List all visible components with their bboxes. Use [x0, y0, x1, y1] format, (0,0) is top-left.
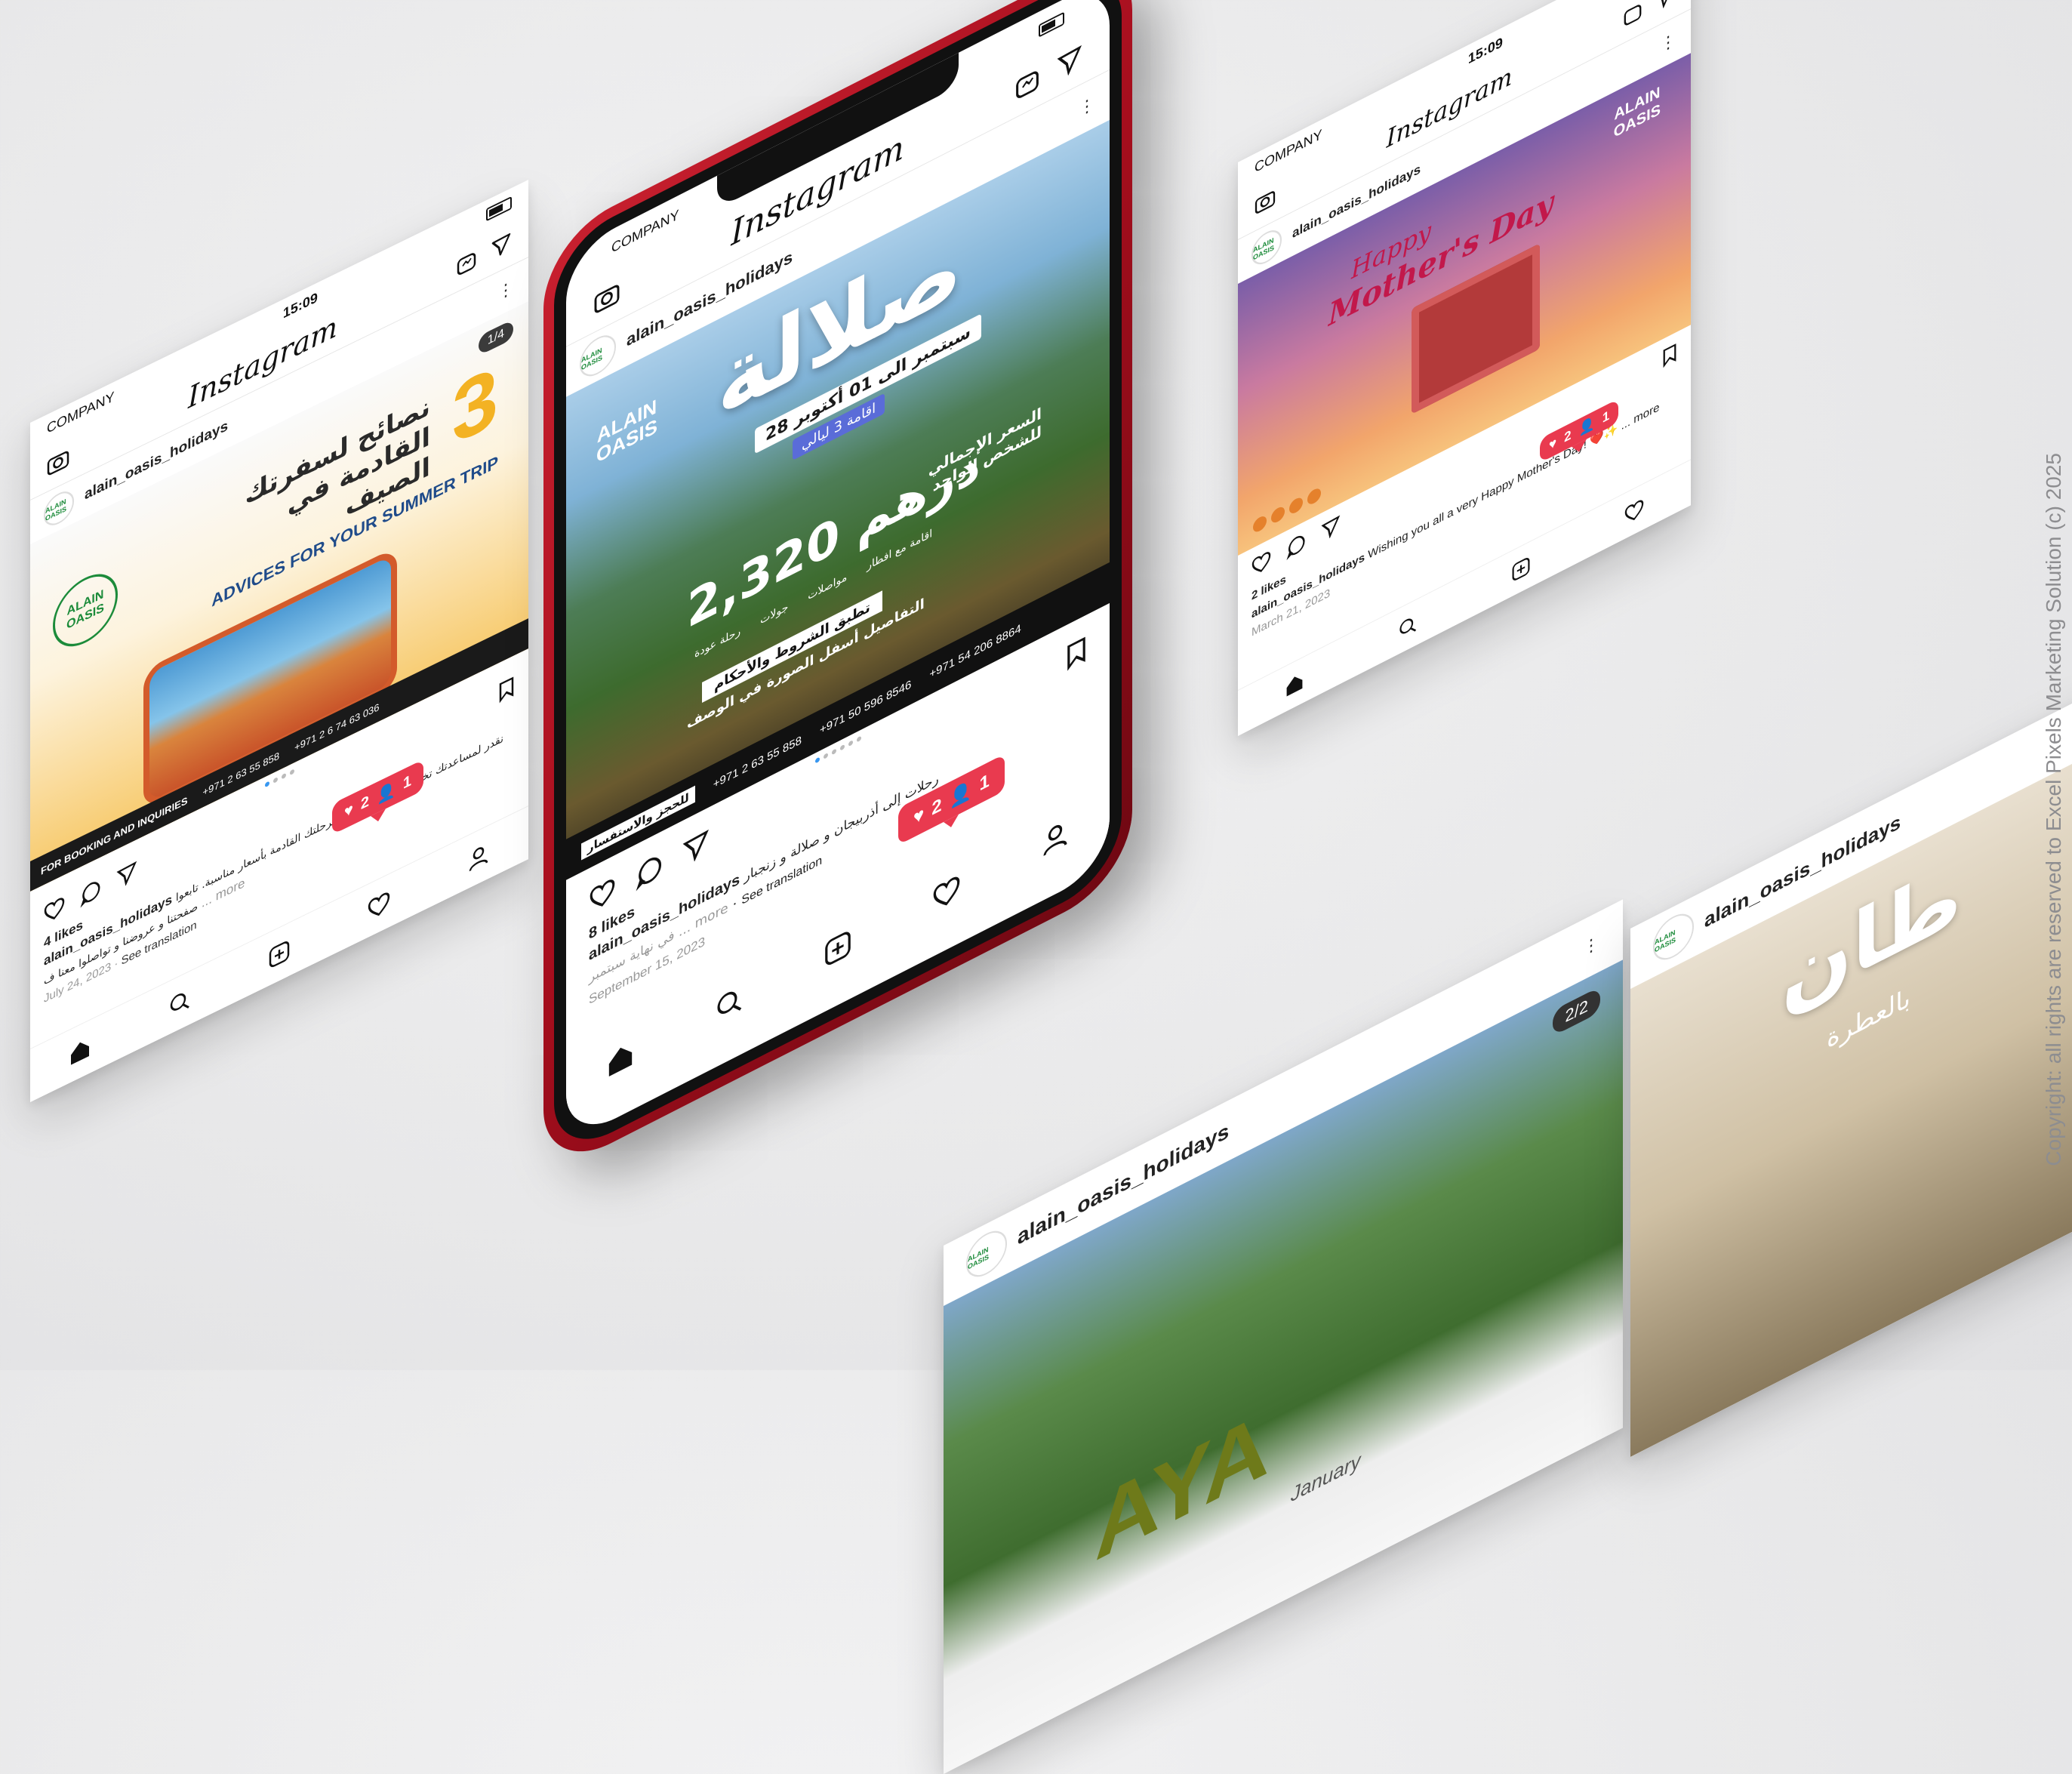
left-post-screen: COMPANY 15:09 Instagram ALAIN OASIS alai… [30, 180, 528, 1103]
igtv-icon[interactable] [456, 247, 477, 279]
notif-person-icon: 👤 [1578, 415, 1595, 438]
brand-logo: ALAIN OASIS [596, 394, 657, 468]
notif-heart-icon: ♥ [344, 800, 353, 822]
right-post-screen: COMPANY 15:09 Instagram ALAIN OASIS alai… [1238, 0, 1691, 737]
notif-follower-count: 1 [402, 772, 412, 793]
subline: January [1291, 1448, 1361, 1507]
igtv-icon[interactable] [1014, 64, 1040, 103]
headline-number: 3 [451, 347, 498, 464]
add-icon[interactable] [1511, 554, 1531, 584]
feature-tours: جولات [760, 600, 789, 627]
edge-post-screen: ALAIN OASIS alain_oasis_holidays طان بال… [1630, 659, 2072, 1457]
camera-icon[interactable] [593, 279, 620, 316]
notif-heart-icon: ♥ [1549, 434, 1557, 454]
send-icon[interactable] [491, 230, 512, 262]
add-icon[interactable] [824, 927, 852, 970]
avatar[interactable]: ALAIN OASIS [1653, 906, 1694, 968]
send-icon[interactable] [1655, 0, 1674, 13]
camera-icon[interactable] [47, 447, 69, 478]
center-post-screen: COMPANY Instagram ALAIN OASIS alain_oasi… [566, 0, 1110, 1144]
search-icon[interactable] [715, 982, 744, 1025]
bookmark-icon[interactable] [1662, 341, 1677, 368]
send-icon[interactable] [1321, 513, 1341, 543]
notif-person-icon: 👤 [377, 780, 396, 807]
send-icon[interactable] [1057, 42, 1082, 81]
notif-follower-count: 1 [979, 769, 990, 796]
phone-device: COMPANY Instagram ALAIN OASIS alain_oasi… [543, 0, 1132, 1178]
home-icon[interactable] [606, 1037, 635, 1080]
igtv-icon[interactable] [1623, 0, 1643, 29]
comment-icon[interactable] [80, 876, 101, 908]
bottom-post-screen: ALAIN OASIS alain_oasis_holidays ⋮ 2/2 A… [944, 899, 1623, 1774]
more-dots-icon[interactable]: ⋮ [1583, 932, 1600, 960]
notif-heart-icon: ♥ [913, 802, 925, 829]
heart-icon[interactable] [1624, 497, 1644, 525]
comment-icon[interactable] [636, 850, 663, 892]
price-label: السعر الإجمالي للشخص الواحد [928, 403, 1042, 496]
profile-icon[interactable] [467, 840, 490, 874]
more-dots-icon[interactable]: ⋮ [1079, 92, 1096, 121]
bookmark-icon[interactable] [1066, 634, 1087, 672]
add-icon[interactable] [268, 938, 291, 972]
heart-icon[interactable] [932, 873, 961, 913]
avatar[interactable]: ALAIN OASIS [966, 1223, 1007, 1285]
copyright-watermark: Copyright: all rights are reserved to Ex… [2042, 453, 2065, 1166]
slide-counter: 2/2 [1553, 986, 1600, 1036]
more-dots-icon[interactable]: ⋮ [1660, 28, 1677, 57]
notif-person-icon: 👤 [949, 778, 972, 812]
comment-icon[interactable] [1286, 531, 1306, 561]
camera-icon[interactable] [1255, 187, 1276, 216]
search-icon[interactable] [1398, 612, 1418, 642]
notif-like-count: 2 [931, 793, 942, 820]
heart-icon[interactable] [589, 876, 616, 913]
more-dots-icon[interactable]: ⋮ [497, 276, 515, 304]
profile-icon[interactable] [1041, 816, 1070, 859]
bookmark-icon[interactable] [498, 675, 515, 704]
notif-follower-count: 1 [1602, 408, 1610, 427]
battery-icon [1039, 11, 1064, 38]
heart-icon[interactable] [368, 889, 390, 922]
notif-like-count: 2 [1564, 427, 1572, 445]
brand-logo: ALAIN OASIS [53, 562, 118, 659]
send-icon[interactable] [116, 859, 137, 891]
home-icon[interactable] [1285, 670, 1304, 699]
send-icon[interactable] [682, 827, 710, 867]
heart-icon[interactable] [44, 895, 65, 925]
home-icon[interactable] [69, 1034, 91, 1068]
heart-icon[interactable] [1252, 550, 1271, 577]
search-icon[interactable] [168, 986, 191, 1020]
headline: AYA [1094, 1391, 1270, 1582]
brand-logo: ALAIN OASIS [1613, 83, 1661, 142]
notif-like-count: 2 [360, 793, 369, 814]
